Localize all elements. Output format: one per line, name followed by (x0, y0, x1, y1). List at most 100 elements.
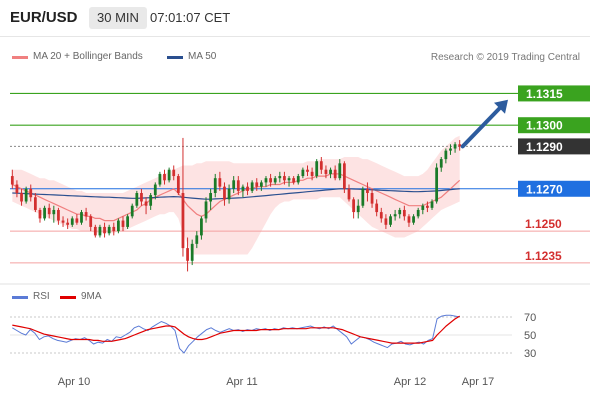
candle-body (103, 226, 106, 234)
candle-body (24, 188, 28, 202)
candle-body (407, 216, 411, 223)
candle-body (153, 184, 157, 196)
candle-body (227, 188, 231, 200)
level-label-1-1250: 1.1250 (525, 217, 562, 231)
candle-body (393, 214, 397, 217)
candle-body (310, 171, 314, 177)
candle-body (117, 220, 120, 232)
candle-body (384, 218, 388, 225)
candle-body (296, 176, 300, 183)
candle-body (15, 184, 19, 194)
candle-body (259, 182, 263, 187)
candle-body (375, 203, 379, 213)
candle-body (246, 186, 249, 191)
rsi-tick-label: 70 (524, 312, 536, 324)
candle-body (283, 176, 286, 181)
candle-body (449, 148, 452, 151)
candle-body (126, 216, 129, 227)
candle-body (33, 197, 37, 210)
candle-body (430, 201, 434, 208)
candle-body (130, 205, 134, 217)
projection-arrow-shaft (460, 103, 504, 149)
candle-body (264, 178, 268, 183)
x-axis-label: Apr 11 (226, 376, 258, 388)
candle-body (301, 169, 305, 177)
candle-body (213, 178, 217, 194)
candle-body (278, 176, 282, 179)
candle-body (370, 193, 374, 204)
candle-body (352, 199, 355, 213)
candle-body (439, 159, 443, 168)
candle-body (190, 243, 194, 261)
candle-body (172, 169, 176, 177)
candle-body (186, 248, 189, 261)
candle-body (93, 226, 97, 236)
rsi-line (12, 314, 460, 354)
candle-body (324, 169, 328, 174)
candle-body (144, 201, 148, 206)
level-label-1-1300: 1.1300 (526, 119, 563, 133)
price-chart: 1.1315 1.1300 1.1290 1.1270 1.1250 1.1235 30 50… (0, 85, 590, 388)
chart-widget: EUR/USD 30 MIN 07:01:07 CET MA 20 + Boll… (0, 0, 590, 400)
candle-body (200, 218, 203, 236)
candle-body (223, 186, 226, 200)
candle-body (57, 209, 60, 221)
candle-body (421, 205, 425, 210)
x-axis-label: Apr 17 (462, 376, 494, 388)
candle-body (204, 201, 208, 219)
candle-body (107, 226, 111, 234)
candle-body (426, 205, 429, 208)
x-axis-label: Apr 10 (58, 376, 90, 388)
candle-body (84, 212, 88, 217)
x-axis-label: Apr 12 (394, 376, 426, 388)
bollinger-band-area (12, 135, 460, 255)
candle-body (356, 205, 360, 213)
candle-body (292, 178, 296, 183)
candle-body (181, 193, 185, 249)
candle-body (66, 222, 70, 225)
candle-body (255, 182, 259, 187)
level-label-1-1315: 1.1315 (526, 87, 563, 101)
candle-body (453, 144, 457, 149)
candle-body (176, 176, 180, 194)
candle-body (167, 169, 171, 181)
candle-body (379, 212, 383, 219)
candle-body (75, 218, 79, 223)
candle-body (47, 207, 51, 215)
candle-body (29, 188, 33, 198)
candle-body (218, 178, 222, 187)
rsi-tick-label: 30 (524, 348, 536, 360)
candle-body (361, 188, 365, 206)
level-label-1-1235: 1.1235 (525, 249, 562, 263)
candle-body (273, 178, 277, 183)
candle-body (402, 209, 406, 217)
candle-body (329, 169, 332, 174)
candle-body (158, 173, 162, 185)
rsi-tick-label: 50 (524, 330, 536, 342)
candle-body (319, 161, 323, 170)
candle-body (80, 212, 83, 223)
candle-body (347, 188, 351, 200)
candle-body (163, 173, 166, 181)
level-label-1-1270: 1.1270 (526, 182, 563, 196)
candle-body (140, 193, 143, 202)
candle-body (306, 169, 309, 172)
candle-body (61, 220, 65, 223)
candle-body (38, 209, 42, 219)
candle-body (287, 178, 291, 181)
candle-body (98, 226, 102, 236)
candle-body (398, 209, 402, 215)
candle-body (366, 188, 369, 194)
candle-body (458, 144, 462, 147)
candle-body (149, 195, 153, 206)
candle-body (232, 180, 236, 189)
candle-body (416, 209, 420, 217)
candle-body (343, 163, 346, 189)
candle-body (195, 235, 199, 244)
candle-body (269, 178, 272, 183)
candle-body (315, 161, 319, 177)
candle-body (112, 226, 116, 232)
candle-body (89, 216, 93, 227)
candle-body (241, 186, 245, 191)
candle-body (52, 209, 56, 215)
